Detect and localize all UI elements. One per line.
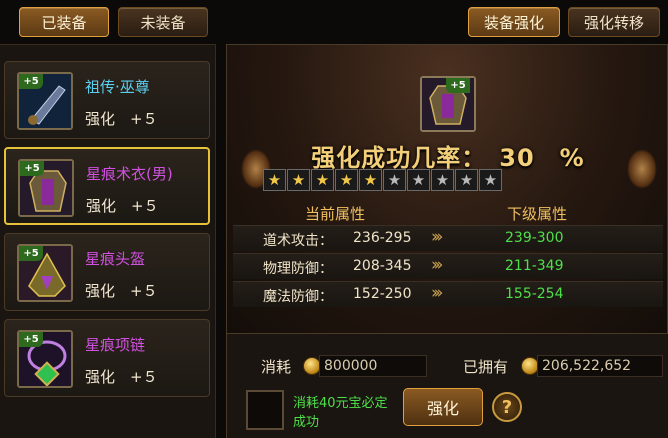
item-level: 强化 +５: [85, 368, 158, 386]
next-attributes-header: 下级属性: [507, 205, 568, 223]
selected-equipment-icon: +5: [420, 76, 476, 132]
stat-current: 236-295: [353, 230, 412, 246]
tab-equipped[interactable]: 已装备: [19, 7, 109, 37]
stat-current: 208-345: [353, 258, 412, 274]
necklace-icon: +5: [17, 330, 73, 388]
owned-value: 206,522,652: [537, 355, 663, 377]
equipment-item-selected[interactable]: +5 星痕术衣(男) 强化 +５: [4, 147, 210, 225]
owned-label: 已拥有: [463, 358, 509, 376]
stat-next: 211-349: [505, 258, 564, 274]
star-filled-icon: ★: [311, 169, 334, 191]
stat-next: 155-254: [505, 286, 564, 302]
stat-current: 152-250: [353, 286, 412, 302]
guarantee-checkbox[interactable]: [246, 390, 284, 430]
enhance-panel: +5 强化成功几率： 30 % ★ ★ ★ ★ ★ ★ ★ ★ ★ ★ 当前属性 下级属性 道术攻…: [226, 44, 668, 334]
star-empty-icon: ★: [479, 169, 502, 191]
star-filled-icon: ★: [263, 169, 286, 191]
arrow-icon: ›››: [431, 255, 444, 275]
stat-row: 魔法防御： 152-250 ››› 155-254: [233, 281, 663, 307]
success-rate: 强化成功几率： 30 %: [311, 144, 585, 172]
item-name: 祖传·巫尊: [85, 78, 150, 96]
arrow-icon: ›››: [431, 227, 444, 247]
star-empty-icon: ★: [431, 169, 454, 191]
stat-name: 物理防御：: [263, 261, 333, 277]
stat-name: 道术攻击：: [263, 233, 333, 249]
cost-value: 800000: [319, 355, 427, 377]
item-level: 强化 +５: [85, 282, 158, 300]
arrow-icon: ›››: [431, 283, 444, 303]
equipment-item[interactable]: +5 星痕头盔 强化 +５: [4, 233, 210, 311]
plus-badge: +5: [19, 332, 43, 347]
plus-badge: +5: [19, 74, 43, 89]
enhance-button[interactable]: 强化: [403, 388, 483, 426]
cost-label: 消耗: [261, 358, 292, 376]
equipment-list[interactable]: +5 祖传·巫尊 强化 +５ +5 星痕术衣(男) 强化 +５ +5 星痕头盔 …: [0, 44, 216, 438]
star-filled-icon: ★: [287, 169, 310, 191]
cost-area: 消耗 800000 已拥有 206,522,652 消耗40元宝必定成功 强化 …: [226, 334, 668, 438]
item-name: 星痕术衣(男): [86, 165, 173, 183]
weapon-icon: +5: [17, 72, 73, 130]
item-name: 星痕项链: [85, 336, 146, 354]
help-icon[interactable]: ?: [492, 392, 522, 422]
stat-next: 239-300: [505, 230, 564, 246]
item-level: 强化 +５: [86, 197, 159, 215]
equipment-item[interactable]: +5 祖传·巫尊 强化 +５: [4, 61, 210, 139]
plus-badge: +5: [20, 161, 44, 176]
stat-name: 魔法防御：: [263, 289, 333, 305]
equipment-item[interactable]: +5 星痕项链 强化 +５: [4, 319, 210, 397]
plus-badge: +5: [446, 78, 470, 93]
tab-unequipped[interactable]: 未装备: [118, 7, 208, 37]
item-name: 星痕头盔: [85, 250, 146, 268]
star-empty-icon: ★: [407, 169, 430, 191]
star-empty-icon: ★: [383, 169, 406, 191]
stat-row: 物理防御： 208-345 ››› 211-349: [233, 253, 663, 279]
armor-icon: +5: [18, 159, 74, 217]
tab-transfer[interactable]: 强化转移: [568, 7, 660, 37]
plus-badge: +5: [19, 246, 43, 261]
star-filled-icon: ★: [335, 169, 358, 191]
stat-row: 道术攻击： 236-295 ››› 239-300: [233, 225, 663, 251]
tab-enhance[interactable]: 装备强化: [468, 7, 560, 37]
current-attributes-header: 当前属性: [305, 205, 366, 223]
star-empty-icon: ★: [455, 169, 478, 191]
star-filled-icon: ★: [359, 169, 382, 191]
helmet-icon: +5: [17, 244, 73, 302]
item-level: 强化 +５: [85, 110, 158, 128]
guarantee-text: 消耗40元宝必定成功: [293, 396, 388, 430]
star-rating: ★ ★ ★ ★ ★ ★ ★ ★ ★ ★: [263, 169, 502, 191]
